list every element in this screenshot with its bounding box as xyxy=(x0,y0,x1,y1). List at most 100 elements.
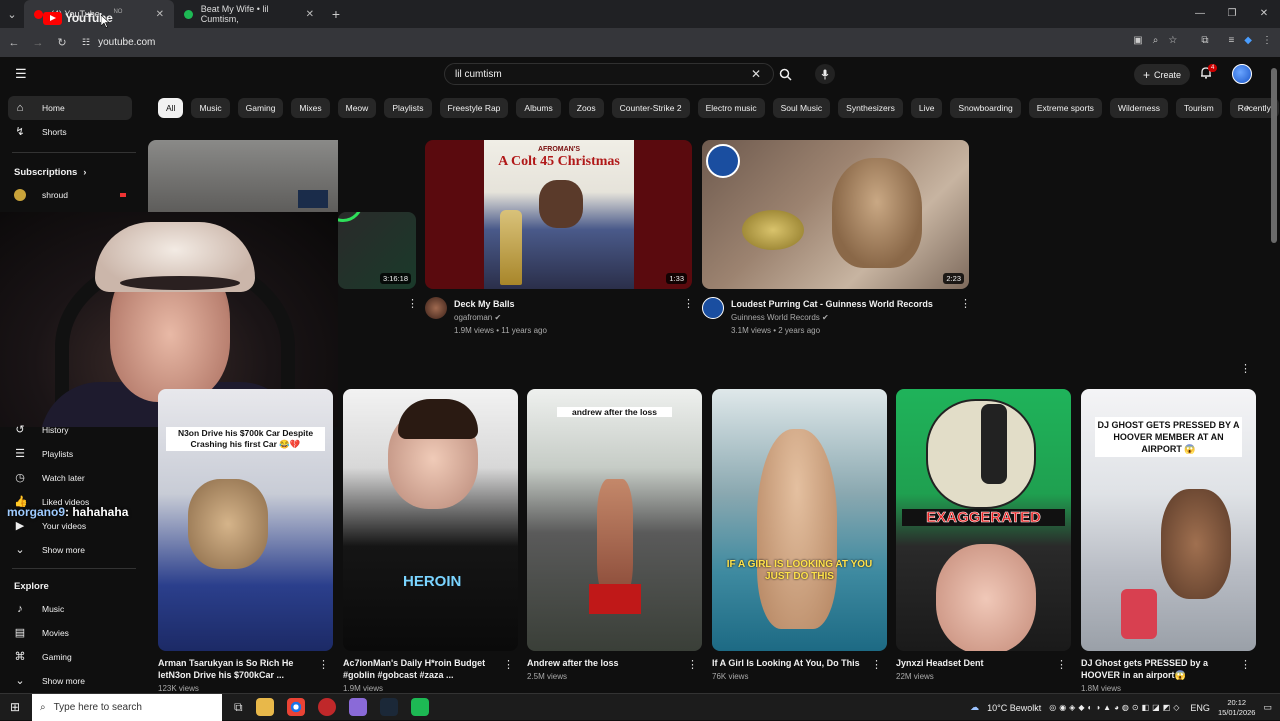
short-thumbnail[interactable]: EXAGGERATED xyxy=(896,389,1071,651)
chip-music[interactable]: Music xyxy=(191,98,230,118)
voice-search-button[interactable] xyxy=(815,64,835,84)
video-thumbnail[interactable]: 3:16:18 xyxy=(338,212,416,289)
reload-icon[interactable]: ↻ xyxy=(50,36,74,49)
hamburger-menu-icon[interactable]: ☰ xyxy=(15,66,27,82)
youtube-logo[interactable]: YouTube NO xyxy=(43,9,122,25)
chip-mixes[interactable]: Mixes xyxy=(291,98,330,118)
sidebar-item-shroud[interactable]: shroud xyxy=(0,183,140,207)
clear-search-icon[interactable]: ✕ xyxy=(751,67,761,81)
sidebar-item-home[interactable]: ⌂ Home xyxy=(8,96,132,120)
chip-soul-music[interactable]: Soul Music xyxy=(772,98,831,118)
more-options-icon[interactable]: ⋮ xyxy=(871,658,882,671)
more-options-icon[interactable]: ⋮ xyxy=(503,658,514,671)
app-red-icon[interactable] xyxy=(317,698,336,716)
close-window-icon[interactable]: ✕ xyxy=(1248,0,1280,28)
new-tab-icon[interactable]: + xyxy=(324,6,348,22)
search-input[interactable]: lil cumtism xyxy=(444,63,774,85)
windows-start-icon[interactable]: ⊞ xyxy=(10,700,20,714)
sidebar-item-music[interactable]: ♪ Music xyxy=(0,597,140,621)
short-thumbnail[interactable]: IF A GIRL IS LOOKING AT YOU JUST DO THIS xyxy=(712,389,887,651)
more-options-icon[interactable]: ⋮ xyxy=(960,297,971,310)
notifications-icon[interactable]: ▭ xyxy=(1263,702,1272,713)
more-options-icon[interactable]: ⋮ xyxy=(407,297,418,310)
app-purple-icon[interactable] xyxy=(348,698,367,716)
sidebar-item-shorts[interactable]: ↯ Shorts xyxy=(0,120,140,144)
weather-text[interactable]: 10°C Bewolkt xyxy=(987,703,1041,713)
chip-freestyle-rap[interactable]: Freestyle Rap xyxy=(439,98,509,118)
sidebar-item-show-more[interactable]: ⌄ Show more xyxy=(0,538,140,562)
extension-blue-icon[interactable]: ◆ xyxy=(1244,35,1252,46)
create-button[interactable]: + Create xyxy=(1134,64,1191,85)
chip-meow[interactable]: Meow xyxy=(337,98,377,118)
site-info-icon[interactable]: ☷ xyxy=(82,37,90,48)
back-icon[interactable]: ← xyxy=(2,37,26,49)
search-button[interactable] xyxy=(774,63,796,85)
chip-gaming[interactable]: Gaming xyxy=(237,98,284,118)
restore-icon[interactable]: ❐ xyxy=(1216,0,1248,28)
chip-zoos[interactable]: Zoos xyxy=(568,98,604,118)
taskbar-search-input[interactable]: ⌕ Type here to search xyxy=(32,693,222,721)
zoom-icon[interactable]: ⌕ xyxy=(1153,35,1159,46)
clock[interactable]: 20:12 15/01/2026 xyxy=(1218,698,1256,718)
url-field[interactable]: ☷ youtube.com xyxy=(82,37,155,48)
chip-albums[interactable]: Albums xyxy=(516,98,561,118)
channel-avatar[interactable] xyxy=(425,297,447,319)
tab-spotify[interactable]: Beat My Wife • lil Cumtism, ✕ xyxy=(174,0,324,28)
install-app-icon[interactable]: ▣ xyxy=(1133,35,1142,46)
short-title[interactable]: DJ Ghost gets PRESSED by a HOOVER in an a… xyxy=(1081,657,1241,681)
video-thumbnail-top[interactable] xyxy=(148,140,338,212)
short-title[interactable]: Ac7ionMan's Daily H*roin Budget #goblin #… xyxy=(343,657,503,681)
subscriptions-header[interactable]: Subscriptions › xyxy=(0,161,140,183)
video-channel[interactable]: Guinness World Records ✔ xyxy=(731,311,829,324)
chrome-icon[interactable] xyxy=(286,698,305,716)
sidebar-item-show-more-explore[interactable]: ⌄ Show more xyxy=(0,669,140,693)
sidebar-item-playlists[interactable]: ☰ Playlists xyxy=(0,442,140,466)
sidebar-item-gaming[interactable]: ⌘ Gaming xyxy=(0,645,140,669)
sidebar-item-history[interactable]: ↺ History xyxy=(0,418,140,442)
channel-avatar[interactable] xyxy=(702,297,724,319)
task-view-icon[interactable]: ⧉ xyxy=(234,700,243,715)
sidebar-item-watch-later[interactable]: ◷ Watch later xyxy=(0,466,140,490)
chip-extreme-sports[interactable]: Extreme sports xyxy=(1028,98,1102,118)
more-options-icon[interactable]: ⋮ xyxy=(1240,658,1251,671)
more-options-icon[interactable]: ⋮ xyxy=(687,658,698,671)
chip-synthesizers[interactable]: Synthesizers xyxy=(838,98,903,118)
chip-playlists[interactable]: Playlists xyxy=(384,98,432,118)
short-title[interactable]: Arman Tsarukyan is So Rich He letN3on Dri… xyxy=(158,657,318,681)
chips-next-icon[interactable]: › xyxy=(1246,102,1250,114)
short-title[interactable]: Andrew after the loss xyxy=(527,657,687,669)
video-title[interactable]: Loudest Purring Cat - Guinness World Rec… xyxy=(731,298,933,310)
more-options-icon[interactable]: ⋮ xyxy=(318,658,329,671)
chip-all[interactable]: All xyxy=(158,98,184,118)
short-title[interactable]: Jynxzi Headset Dent xyxy=(896,657,1056,669)
app-green-icon[interactable] xyxy=(410,698,429,716)
extensions-icon[interactable]: ⧉ xyxy=(1201,35,1208,46)
video-title[interactable]: Deck My Balls xyxy=(454,298,515,310)
file-explorer-icon[interactable] xyxy=(255,698,274,716)
shorts-more-options-icon[interactable]: ⋮ xyxy=(1240,362,1251,375)
chip-snowboarding[interactable]: Snowboarding xyxy=(950,98,1021,118)
reading-list-icon[interactable]: ≡ xyxy=(1228,35,1234,46)
tab-list-icon[interactable]: ⌄ xyxy=(0,8,24,21)
close-tab-icon[interactable]: ✕ xyxy=(156,9,164,20)
sidebar-item-movies[interactable]: ▤ Movies xyxy=(0,621,140,645)
account-avatar[interactable] xyxy=(1232,64,1252,84)
short-title[interactable]: If A Girl Is Looking At You, Do This xyxy=(712,657,872,669)
minimize-icon[interactable]: — xyxy=(1184,0,1216,28)
scrollbar-thumb[interactable] xyxy=(1271,68,1277,243)
chip-electro-music[interactable]: Electro music xyxy=(697,98,765,118)
language-indicator[interactable]: ENG xyxy=(1190,703,1210,713)
close-tab-icon[interactable]: ✕ xyxy=(306,9,314,20)
tray-icons[interactable]: ◎◉◈◆◐◑▲◕◍⊙◧◪◩◇ xyxy=(1049,703,1182,712)
more-options-icon[interactable]: ⋮ xyxy=(683,297,694,310)
browser-menu-icon[interactable]: ⋮ xyxy=(1262,35,1272,46)
more-options-icon[interactable]: ⋮ xyxy=(1056,658,1067,671)
short-thumbnail[interactable]: HEROIN xyxy=(343,389,518,651)
video-channel[interactable]: ogafroman ✔ xyxy=(454,311,501,324)
steam-icon[interactable] xyxy=(379,698,398,716)
short-thumbnail[interactable]: N3on Drive his $700k Car Despite Crashin… xyxy=(158,389,333,651)
chip-counter-strike-2[interactable]: Counter-Strike 2 xyxy=(611,98,690,118)
video-thumbnail[interactable]: 2:23 xyxy=(702,140,969,289)
chip-live[interactable]: Live xyxy=(910,98,943,118)
short-thumbnail[interactable]: andrew after the loss xyxy=(527,389,702,651)
